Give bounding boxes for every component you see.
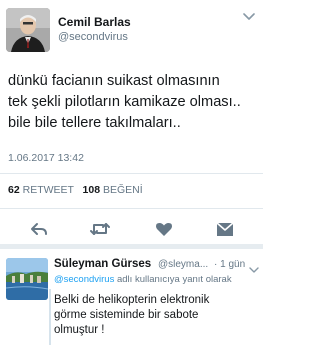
- tweet-stats: 62 RETWEET 108 BEĞENİ: [8, 184, 143, 196]
- reply-text: Belki de helikopterin elektronik görme s…: [54, 293, 259, 338]
- retweet-label[interactable]: RETWEET: [23, 184, 74, 196]
- tweet-text-line: dünkü facianın suikast olmasının: [8, 73, 220, 89]
- reply-context-suffix: adlı kullanıcıya yanıt olarak: [116, 274, 232, 285]
- divider: [0, 208, 263, 209]
- tweet-header: Cemil Barlas @secondvirus: [6, 8, 257, 56]
- reply-text-line: görme sisteminde bir sabote: [54, 309, 199, 321]
- like-count[interactable]: 108: [83, 184, 101, 196]
- direct-message-icon[interactable]: [214, 219, 236, 239]
- reply-author-handle[interactable]: @sleyma...: [158, 259, 208, 270]
- divider: [0, 173, 263, 174]
- like-icon[interactable]: [153, 219, 175, 239]
- reply-icon[interactable]: [28, 219, 50, 239]
- reply-author-avatar-image: [6, 258, 48, 300]
- reply-text-line: Belki de helikopterin elektronik: [54, 294, 210, 306]
- tweet-timestamp[interactable]: 1.06.2017 13:42: [8, 152, 84, 164]
- reply-context: @secondvirus adlı kullanıcıya yanıt olar…: [54, 274, 232, 285]
- author-name[interactable]: Cemil Barlas: [58, 15, 131, 29]
- reply-text-line: olmuştur !: [54, 324, 105, 336]
- tweet-action-bar: [0, 215, 263, 243]
- retweet-icon[interactable]: [89, 219, 111, 239]
- author-handle[interactable]: @secondvirus: [58, 31, 128, 43]
- reply-context-mention[interactable]: @secondvirus: [54, 274, 114, 285]
- reply-more-chevron-icon[interactable]: [249, 261, 259, 273]
- reply-time[interactable]: · 1 gün: [214, 259, 245, 270]
- author-avatar[interactable]: [6, 8, 50, 52]
- more-options-chevron-icon[interactable]: [241, 10, 257, 24]
- author-avatar-image: [6, 8, 50, 52]
- like-label[interactable]: BEĞENİ: [103, 184, 143, 196]
- tweet-text: dünkü facianın suikast olmasının tek şek…: [8, 71, 260, 134]
- reply-thread-line: [49, 289, 51, 345]
- reply-author-avatar[interactable]: [6, 258, 48, 300]
- reply-tweet[interactable]: Süleyman Gürses @sleyma... · 1 gün @seco…: [0, 249, 263, 345]
- reply-author-name[interactable]: Süleyman Gürses: [54, 258, 151, 270]
- tweet-text-line: tek şekli pilotların kamikaze olması..: [8, 94, 241, 110]
- retweet-count[interactable]: 62: [8, 184, 20, 196]
- tweet-text-line: bile bile tellere takılmaları..: [8, 115, 181, 131]
